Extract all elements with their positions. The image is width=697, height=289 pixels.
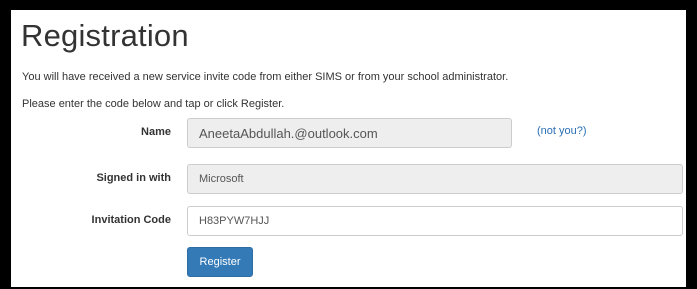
page-title: Registration	[21, 18, 189, 53]
register-button[interactable]: Register	[187, 247, 253, 277]
signed-in-with-field: Microsoft	[187, 164, 683, 194]
name-label: Name	[141, 126, 171, 138]
name-field: AneetaAbdullah.@outlook.com	[187, 118, 512, 148]
invitation-code-input[interactable]: H83PYW7HJJ	[187, 206, 683, 236]
registration-panel: Registration You will have received a ne…	[11, 10, 686, 287]
window-frame: Registration You will have received a ne…	[0, 0, 697, 289]
intro-text-line-2: Please enter the code below and tap or c…	[22, 98, 285, 110]
not-you-link[interactable]: (not you?)	[537, 125, 587, 137]
invitation-code-label: Invitation Code	[91, 214, 171, 226]
signed-in-with-label: Signed in with	[96, 172, 171, 184]
intro-text-line-1: You will have received a new service inv…	[22, 71, 509, 83]
